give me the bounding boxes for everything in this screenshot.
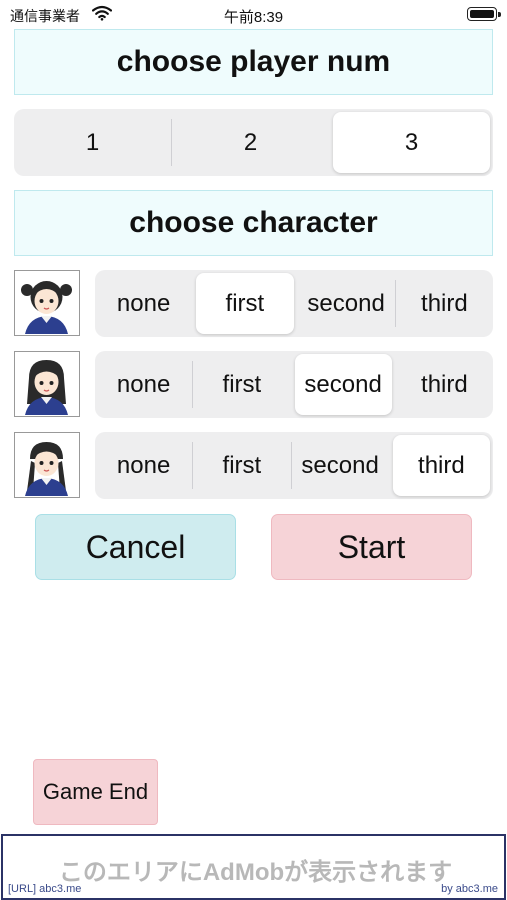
character-2-option-first[interactable]: first bbox=[193, 351, 290, 418]
player-option-3[interactable]: 3 bbox=[333, 112, 490, 173]
character-avatar-1 bbox=[14, 270, 80, 336]
character-2-option-third[interactable]: third bbox=[396, 351, 493, 418]
character-2-option-second[interactable]: second bbox=[294, 354, 392, 415]
clock: 午前8:39 bbox=[223, 9, 284, 26]
character-1-option-none[interactable]: none bbox=[95, 270, 192, 337]
character-1-option-second[interactable]: second bbox=[298, 270, 395, 337]
game-end-button[interactable]: Game End bbox=[33, 759, 158, 825]
ad-placeholder-text: このエリアにAdMobが表示されます bbox=[58, 859, 453, 886]
character-title: choose character bbox=[14, 190, 493, 256]
character-3-option-third[interactable]: third bbox=[392, 435, 490, 496]
cancel-button[interactable]: Cancel bbox=[35, 514, 236, 580]
status-bar: 通信事業者 午前8:39 bbox=[0, 0, 507, 28]
character-avatar-3 bbox=[14, 432, 80, 498]
ad-banner[interactable]: このエリアにAdMobが表示されます [URL] abc3.me by abc3… bbox=[1, 834, 506, 900]
player-option-2[interactable]: 2 bbox=[172, 109, 329, 176]
character-3-option-first[interactable]: first bbox=[193, 432, 290, 499]
character-selector-row-2[interactable]: none first second third bbox=[95, 351, 493, 418]
player-num-segmented-control[interactable]: 123 bbox=[14, 109, 493, 176]
character-selector-row-1[interactable]: none first second third bbox=[95, 270, 493, 337]
character-1-option-first[interactable]: first bbox=[196, 273, 294, 334]
battery-icon bbox=[467, 7, 501, 21]
character-3-option-none[interactable]: none bbox=[95, 432, 192, 499]
character-selector-row-3[interactable]: none first second third bbox=[95, 432, 493, 499]
player-option-1[interactable]: 1 bbox=[14, 109, 171, 176]
character-avatar-2 bbox=[14, 351, 80, 417]
player-num-title: choose player num bbox=[14, 29, 493, 95]
character-1-option-third[interactable]: third bbox=[396, 270, 493, 337]
character-3-option-second[interactable]: second bbox=[292, 432, 389, 499]
ad-url-label: [URL] abc3.me bbox=[8, 883, 82, 895]
character-2-option-none[interactable]: none bbox=[95, 351, 192, 418]
start-button[interactable]: Start bbox=[271, 514, 472, 580]
ad-by-label: by abc3.me bbox=[441, 883, 498, 895]
